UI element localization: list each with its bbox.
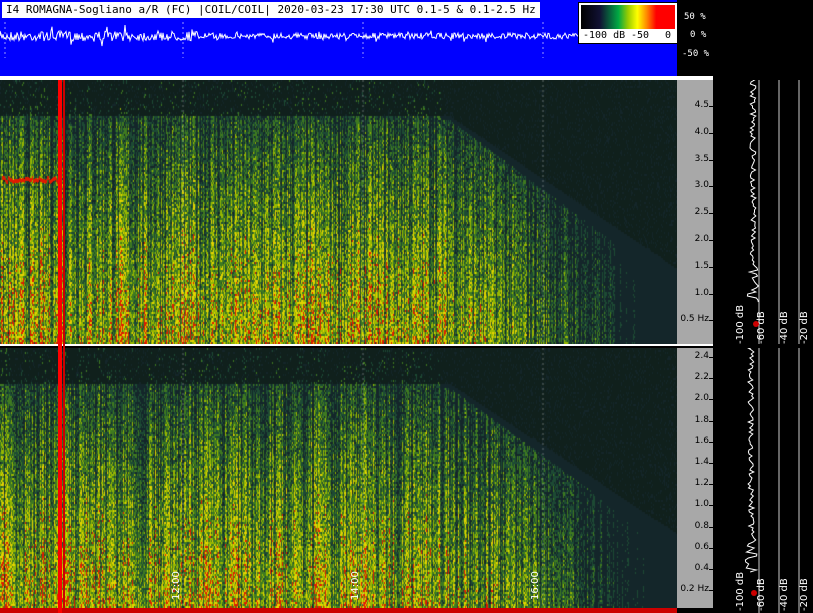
colorbar-label-low: -100 dB — [583, 30, 626, 41]
frequency-tick-label: 1.0 — [694, 499, 709, 510]
frequency-tick-label: 3.5 — [694, 153, 709, 164]
profile-db-label: -40 dB — [779, 311, 790, 344]
frequency-tick-label: 1.8 — [694, 414, 709, 425]
frequency-tick-label: 4.0 — [694, 126, 709, 137]
bottom-marker-strip — [0, 608, 677, 613]
time-label: 16:00 — [530, 571, 541, 600]
profile-db-label: -100 dB — [735, 571, 746, 611]
colorbar-legend: -100 dB -50 0 — [578, 2, 678, 44]
time-label: 14:00 — [350, 571, 361, 600]
frequency-tick-label: 1.2 — [694, 478, 709, 489]
frequency-tick-label: 2.0 — [694, 393, 709, 404]
colorbar-label-zero: 0 — [665, 30, 672, 41]
seismogram-trace — [0, 22, 677, 58]
event-marker-line — [58, 80, 62, 613]
frequency-tick-label: 0.5 Hz — [680, 314, 709, 325]
frequency-tick-label: 1.0 — [694, 287, 709, 298]
profile-db-label: -100 dB — [735, 304, 746, 344]
amplitude-tick: -50 % — [682, 49, 710, 59]
amplitude-axis: 50 % 0 % -50 % — [678, 0, 712, 78]
spectral-profile-top — [713, 80, 813, 344]
frequency-tick-label: 0.6 — [694, 541, 709, 552]
frequency-axis-top: 4.5 4.0 3.5 3.0 2.5 2.0 1.5 1.0 0.5 Hz — [677, 80, 713, 344]
time-label: 12:00 — [171, 571, 182, 600]
amplitude-tick: 0 % — [690, 30, 707, 40]
frequency-tick-label: 0.8 — [694, 520, 709, 531]
frequency-tick-label: 2.0 — [694, 234, 709, 244]
profile-db-label: -40 dB — [779, 578, 790, 611]
frequency-tick-label: 1.5 — [694, 260, 709, 271]
spectral-profile-bottom — [713, 348, 813, 613]
frequency-tick-label: 2.2 — [694, 372, 709, 383]
waveform-header-panel: I4 ROMAGNA-Sogliano a/R (FC) |COIL/COIL|… — [0, 0, 678, 78]
station-title: I4 ROMAGNA-Sogliano a/R (FC) |COIL/COIL|… — [2, 2, 540, 18]
profile-db-label: -20 dB — [799, 311, 810, 344]
profile-db-label: -20 dB — [799, 578, 810, 611]
frequency-tick-label: 2.5 — [694, 207, 709, 218]
frequency-tick-label: 4.5 — [694, 100, 709, 110]
colorbar-label-mid: -50 — [631, 30, 650, 41]
frequency-tick-label: 0.4 — [694, 563, 709, 573]
spectrogram-top — [0, 80, 677, 344]
colorbar-gradient — [581, 5, 675, 29]
spectrogram-bottom — [0, 348, 677, 608]
profile-db-label: -60 dB — [756, 311, 767, 344]
frequency-tick-label: 0.2 Hz — [680, 584, 709, 595]
amplitude-tick: 50 % — [684, 12, 706, 22]
frequency-tick-label: 1.6 — [694, 435, 709, 446]
frequency-tick-label: 2.4 — [694, 351, 709, 361]
event-marker-line — [63, 80, 65, 613]
frequency-tick-label: 3.0 — [694, 180, 709, 191]
frequency-axis-bottom: 2.4 2.2 2.0 1.8 1.6 1.4 1.2 1.0 0.8 0.6 0.4 0.2 Hz — [677, 348, 713, 608]
profile-db-label: -60 dB — [756, 578, 767, 611]
frequency-tick-label: 1.4 — [694, 457, 709, 467]
separator — [0, 344, 713, 346]
